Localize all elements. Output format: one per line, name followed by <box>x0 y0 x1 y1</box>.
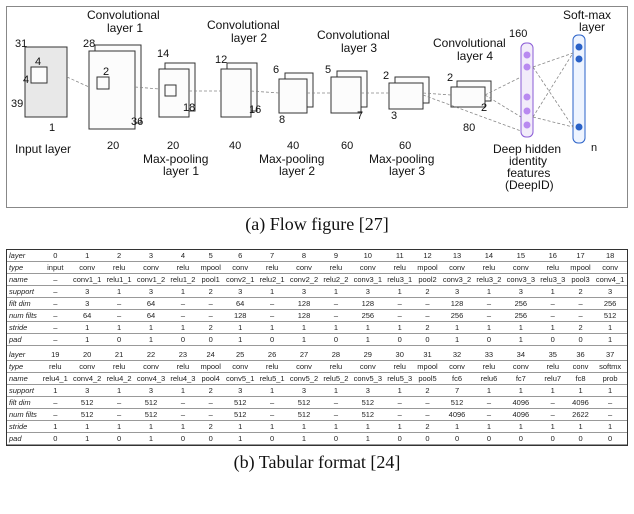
table-row: typeinputconvreluconvrelumpoolconvreluco… <box>7 262 627 274</box>
svg-text:1: 1 <box>49 122 55 134</box>
flow-figure-panel: .d{stroke:#888;stroke-width:0.8;stroke-d… <box>6 6 628 208</box>
svg-text:160: 160 <box>509 28 527 40</box>
svg-text:4: 4 <box>35 56 41 68</box>
svg-text:14: 14 <box>157 48 169 60</box>
svg-text:2: 2 <box>481 102 487 114</box>
table-row: num filts–512–512––512–512–512––4096–409… <box>7 409 627 421</box>
svg-text:18: 18 <box>183 102 195 114</box>
svg-text:5: 5 <box>325 64 331 76</box>
svg-text:60: 60 <box>399 140 411 152</box>
architecture-table: layer0123456789101112131415161718typeinp… <box>7 250 627 445</box>
table-row: namerelu4_1conv4_2relu4_2conv4_3relu4_3p… <box>7 373 627 385</box>
svg-text:2: 2 <box>447 72 453 84</box>
svg-text:2: 2 <box>103 66 109 78</box>
svg-text:4: 4 <box>23 74 29 86</box>
svg-text:2: 2 <box>383 70 389 82</box>
table-row: filt dim–3–64––64–128–128––128–256––256 <box>7 298 627 310</box>
svg-text:layer: layer <box>579 20 605 34</box>
svg-text:Convolutional: Convolutional <box>317 28 390 42</box>
svg-text:39: 39 <box>11 98 23 110</box>
table-row: stride–111121111112111121 <box>7 322 627 334</box>
svg-text:layer 2: layer 2 <box>231 31 267 45</box>
svg-text:8: 8 <box>279 114 285 126</box>
caption-a: (a) Flow figure [27] <box>4 214 630 235</box>
table-row: name–conv1_1relu1_1conv1_2relu1_2pool1co… <box>7 274 627 286</box>
svg-text:20: 20 <box>107 140 119 152</box>
table-row: typereluconvreluconvrelumpoolconvrelucon… <box>7 361 627 373</box>
svg-text:6: 6 <box>273 64 279 76</box>
svg-text:7: 7 <box>357 110 363 122</box>
svg-text:31: 31 <box>15 38 27 50</box>
svg-text:layer 3: layer 3 <box>341 41 377 55</box>
table-row: pad0101001010100000000 <box>7 433 627 445</box>
table-row: support1313123131312711111 <box>7 385 627 397</box>
table-row: layer0123456789101112131415161718 <box>7 250 627 262</box>
caption-b: (b) Tabular format [24] <box>4 452 630 473</box>
table-row: layer19202122232425262728293031323334353… <box>7 349 627 361</box>
svg-text:60: 60 <box>341 140 353 152</box>
svg-text:16: 16 <box>249 104 261 116</box>
svg-text:36: 36 <box>131 116 143 128</box>
svg-text:40: 40 <box>229 140 241 152</box>
table-panel: layer0123456789101112131415161718typeinp… <box>6 249 628 446</box>
svg-text:3: 3 <box>391 110 397 122</box>
svg-text:12: 12 <box>215 54 227 66</box>
svg-text:layer 4: layer 4 <box>457 49 493 63</box>
svg-text:(DeepID): (DeepID) <box>505 178 554 192</box>
svg-text:Convolutional: Convolutional <box>433 36 506 50</box>
table-row: pad–101001010100101001 <box>7 334 627 346</box>
svg-text:layer 2: layer 2 <box>279 164 315 178</box>
svg-text:layer 3: layer 3 <box>389 164 425 178</box>
svg-text:n: n <box>591 142 597 154</box>
svg-text:20: 20 <box>167 140 179 152</box>
svg-text:layer 1: layer 1 <box>107 21 143 35</box>
svg-text:Convolutional: Convolutional <box>87 8 160 22</box>
table-row: support–313123131312313123 <box>7 286 627 298</box>
svg-text:layer 1: layer 1 <box>163 164 199 178</box>
svg-text:40: 40 <box>287 140 299 152</box>
table-row: num filts–64–64––128–128–256––256–256––5… <box>7 310 627 322</box>
svg-text:28: 28 <box>83 38 95 50</box>
svg-text:Convolutional: Convolutional <box>207 18 280 32</box>
svg-text:Input layer: Input layer <box>15 142 71 156</box>
table-row: stride1111121111112111111 <box>7 421 627 433</box>
svg-text:80: 80 <box>463 122 475 134</box>
network-diagram: .d{stroke:#888;stroke-width:0.8;stroke-d… <box>7 7 628 207</box>
table-row: filt dim–512–512––512–512–512––512–4096–… <box>7 397 627 409</box>
